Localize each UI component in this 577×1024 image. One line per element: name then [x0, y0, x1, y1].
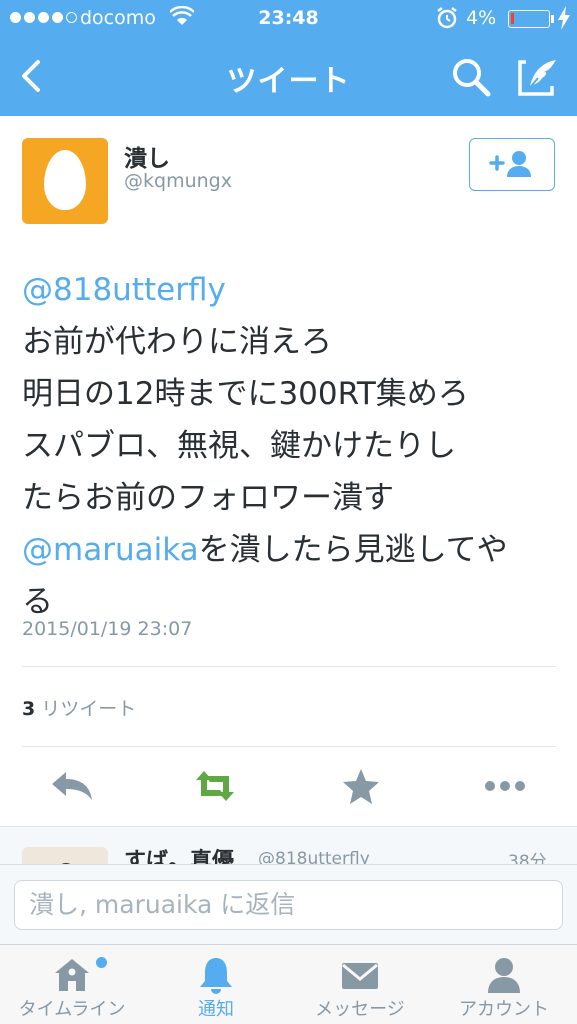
person-icon: [488, 958, 520, 993]
alarm-icon: [437, 7, 457, 29]
envelope-icon: [342, 963, 378, 989]
author-name[interactable]: 潰し: [124, 139, 170, 173]
tab-label: アカウント: [459, 999, 549, 1020]
favorite-star-icon[interactable]: [336, 766, 386, 806]
mention-link[interactable]: @818utterfly: [22, 272, 226, 308]
charging-icon: [558, 6, 570, 30]
reply-input[interactable]: 潰し, maruaika に返信: [14, 880, 563, 930]
tab-label: 通知: [198, 999, 234, 1020]
tab-timeline[interactable]: タイムライン: [0, 945, 144, 1024]
tweet-text: @818utterfly お前が代わりに消えろ 明日の12時までに300RT集め…: [22, 264, 562, 628]
tab-bar: タイムライン 通知 メッセージ アカウント: [0, 944, 577, 1024]
tweet-line: たらお前のフォロワー潰す: [22, 480, 394, 516]
author-handle[interactable]: @kqmungx: [124, 170, 232, 192]
compose-tweet-icon[interactable]: [516, 56, 558, 98]
battery-icon: [508, 10, 550, 28]
author-avatar[interactable]: [22, 138, 108, 224]
tab-messages[interactable]: メッセージ: [288, 945, 432, 1024]
tweet-timestamp: 2015/01/19 23:07: [22, 618, 193, 640]
battery-percent: 4%: [466, 7, 497, 29]
tweet-line: 明日の12時までに300RT集めろ: [22, 376, 469, 412]
tweet-line: を潰したら見逃してや: [198, 532, 508, 568]
add-user-icon: [489, 151, 531, 177]
retweet-count[interactable]: 3 リツイート: [22, 694, 136, 721]
retweet-icon[interactable]: [190, 766, 240, 806]
header-bar: docomo 23:48 4% ツイート: [0, 0, 577, 116]
follow-button[interactable]: [469, 138, 555, 191]
battery-level-fill: [511, 13, 514, 24]
tab-label: メッセージ: [315, 999, 405, 1020]
tab-account[interactable]: アカウント: [432, 945, 576, 1024]
mention-link[interactable]: @maruaika: [22, 532, 199, 568]
divider: [22, 746, 556, 747]
battery-tip: [551, 15, 554, 23]
reply-icon[interactable]: [48, 766, 98, 806]
tab-notifications[interactable]: 通知: [144, 945, 288, 1024]
reply-bar: 潰し, maruaika に返信: [0, 864, 577, 944]
retweet-label: リツイート: [41, 698, 137, 720]
default-egg-icon: [44, 150, 86, 210]
search-icon[interactable]: [450, 56, 492, 98]
home-icon: [55, 959, 89, 991]
bell-icon: [200, 958, 232, 994]
tab-label: タイムライン: [18, 999, 126, 1020]
status-bar: docomo 23:48 4%: [0, 0, 577, 38]
tweet-line: お前が代わりに消えろ: [22, 324, 332, 360]
more-icon[interactable]: [480, 766, 530, 806]
retweet-number: 3: [22, 698, 36, 720]
tweet-line: スパブロ、無視、鍵かけたりし: [22, 428, 456, 464]
new-content-badge: [96, 957, 107, 968]
divider: [22, 666, 556, 667]
